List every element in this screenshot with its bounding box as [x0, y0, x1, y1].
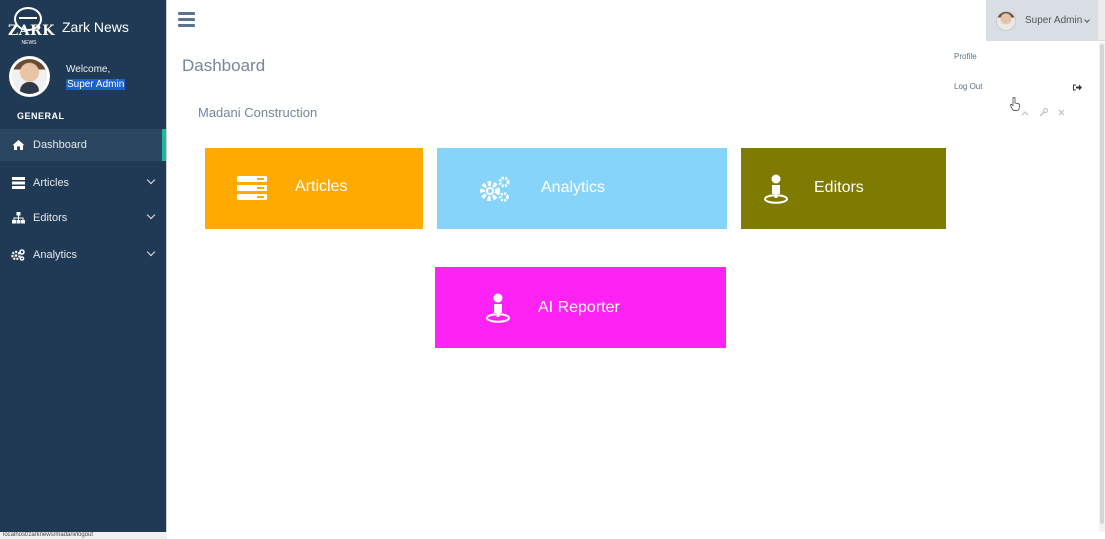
sidebar-item-label: Articles [33, 177, 70, 189]
chevron-down-icon[interactable] [146, 247, 156, 257]
top-nav: Super Admin [168, 0, 1105, 41]
panel-toolbox [1020, 107, 1066, 118]
sitemap-icon [11, 211, 25, 225]
tile-articles[interactable]: Articles [205, 148, 423, 229]
panel-title: Madani Construction [198, 105, 318, 120]
sidebar-profile: Welcome, Super Admin [9, 56, 159, 98]
server-icon [11, 176, 25, 190]
tile-label: Analytics [541, 179, 606, 196]
welcome-text: Welcome, [66, 64, 111, 75]
tile-editors[interactable]: Editors [741, 148, 946, 229]
zark-news-logo: ZARK NEWS [8, 7, 54, 47]
close-icon[interactable] [1056, 108, 1066, 118]
profile-name: Super Admin [66, 79, 126, 90]
browser-status-url: localhost/zarknews/madani/logout [0, 532, 167, 539]
dropdown-item-logout[interactable]: Log Out [954, 82, 982, 91]
tile-analytics[interactable]: Analytics [437, 148, 727, 229]
menu-section-title: GENERAL [17, 111, 65, 121]
sidebar-item-dashboard[interactable]: Dashboard [0, 129, 166, 161]
page-title: Dashboard [182, 56, 266, 75]
brand-title[interactable]: Zark News [62, 19, 129, 35]
sidebar-item-analytics[interactable]: Analytics [0, 239, 166, 271]
collapse-icon[interactable] [1020, 108, 1030, 118]
sidebar-item-articles[interactable]: Articles [0, 167, 166, 199]
dropdown-item-profile[interactable]: Profile [954, 52, 977, 61]
menu-toggle-icon[interactable] [178, 12, 195, 27]
sidebar: ZARK NEWS Zark News Welcome, Super Admin… [0, 0, 167, 532]
chevron-down-icon [1084, 16, 1091, 23]
user-icon [486, 293, 510, 323]
sidebar-item-label: Analytics [33, 249, 78, 261]
wrench-icon[interactable] [1038, 107, 1048, 118]
user-dropdown-menu: Profile Log Out [948, 42, 1095, 102]
server-icon [237, 176, 267, 200]
tile-label: Editors [814, 179, 864, 196]
tile-ai-reporter[interactable]: AI Reporter [435, 267, 726, 348]
brand[interactable]: ZARK NEWS Zark News [8, 6, 163, 48]
tile-label: Articles [295, 178, 348, 195]
user-icon [764, 174, 788, 204]
avatar [996, 10, 1016, 31]
chevron-down-icon[interactable] [146, 210, 156, 220]
home-icon [11, 138, 25, 152]
sidebar-item-editors[interactable]: Editors [0, 202, 166, 234]
sidebar-item-label: Dashboard [33, 139, 87, 151]
user-name: Super Admin [1025, 15, 1083, 26]
scrollbar[interactable] [1099, 42, 1105, 532]
cogs-icon [11, 248, 25, 262]
avatar [9, 56, 50, 97]
mouse-cursor-icon [1010, 96, 1020, 111]
sign-out-icon[interactable] [1073, 79, 1082, 91]
sidebar-item-label: Editors [33, 212, 68, 224]
cogs-icon [479, 175, 511, 203]
user-menu-toggle[interactable]: Super Admin [986, 0, 1098, 41]
tile-label: AI Reporter [538, 299, 620, 316]
chevron-down-icon[interactable] [146, 175, 156, 185]
